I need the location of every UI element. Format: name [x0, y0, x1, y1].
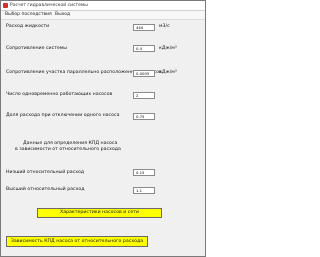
- low-relative-flow-label: Низший относительный расход: [6, 170, 85, 175]
- flow-fraction-label: Доля расхода при отключении одного насос…: [6, 113, 120, 118]
- parallel-resistance-input[interactable]: 0.0005: [133, 70, 155, 77]
- network-resistance-unit: кДж/м³: [159, 46, 177, 51]
- network-resistance-input[interactable]: 0.4: [133, 45, 155, 52]
- efficiency-note-line2: в зависимости от относительного расхода: [15, 147, 121, 152]
- low-relative-flow-input[interactable]: 0.15: [133, 169, 155, 176]
- efficiency-dependency-button[interactable]: Зависимость КПД насоса от относительного…: [6, 236, 148, 247]
- pump-count-input[interactable]: 2: [133, 92, 155, 99]
- flow-unit: м3/с: [159, 24, 170, 29]
- app-icon: [3, 3, 8, 8]
- parallel-resistance-unit: кДж/м³: [159, 70, 177, 75]
- pump-count-label: Число одновременно работающих насосов: [6, 92, 113, 97]
- high-relative-flow-input[interactable]: 1.1: [133, 187, 155, 194]
- characteristics-button[interactable]: Характеристики насосов и сети: [37, 208, 162, 218]
- main-window: Расчет гидравлической системы Выбор посл…: [0, 0, 206, 257]
- title-bar: Расчет гидравлической системы: [1, 1, 205, 11]
- high-relative-flow-label: Высший относительный расход: [6, 187, 85, 192]
- flow-fraction-input[interactable]: 0.75: [133, 113, 155, 120]
- flow-label: Расход жидкости: [6, 24, 50, 29]
- window-title: Расчет гидравлической системы: [10, 3, 88, 8]
- flow-input[interactable]: 440: [133, 24, 155, 31]
- menu-item-select-consequence[interactable]: Выбор последствия: [5, 11, 52, 19]
- menu-bar: Выбор последствия Выход: [1, 11, 205, 20]
- network-resistance-label: Сопротивление системы: [6, 46, 68, 51]
- menu-item-exit[interactable]: Выход: [55, 11, 70, 19]
